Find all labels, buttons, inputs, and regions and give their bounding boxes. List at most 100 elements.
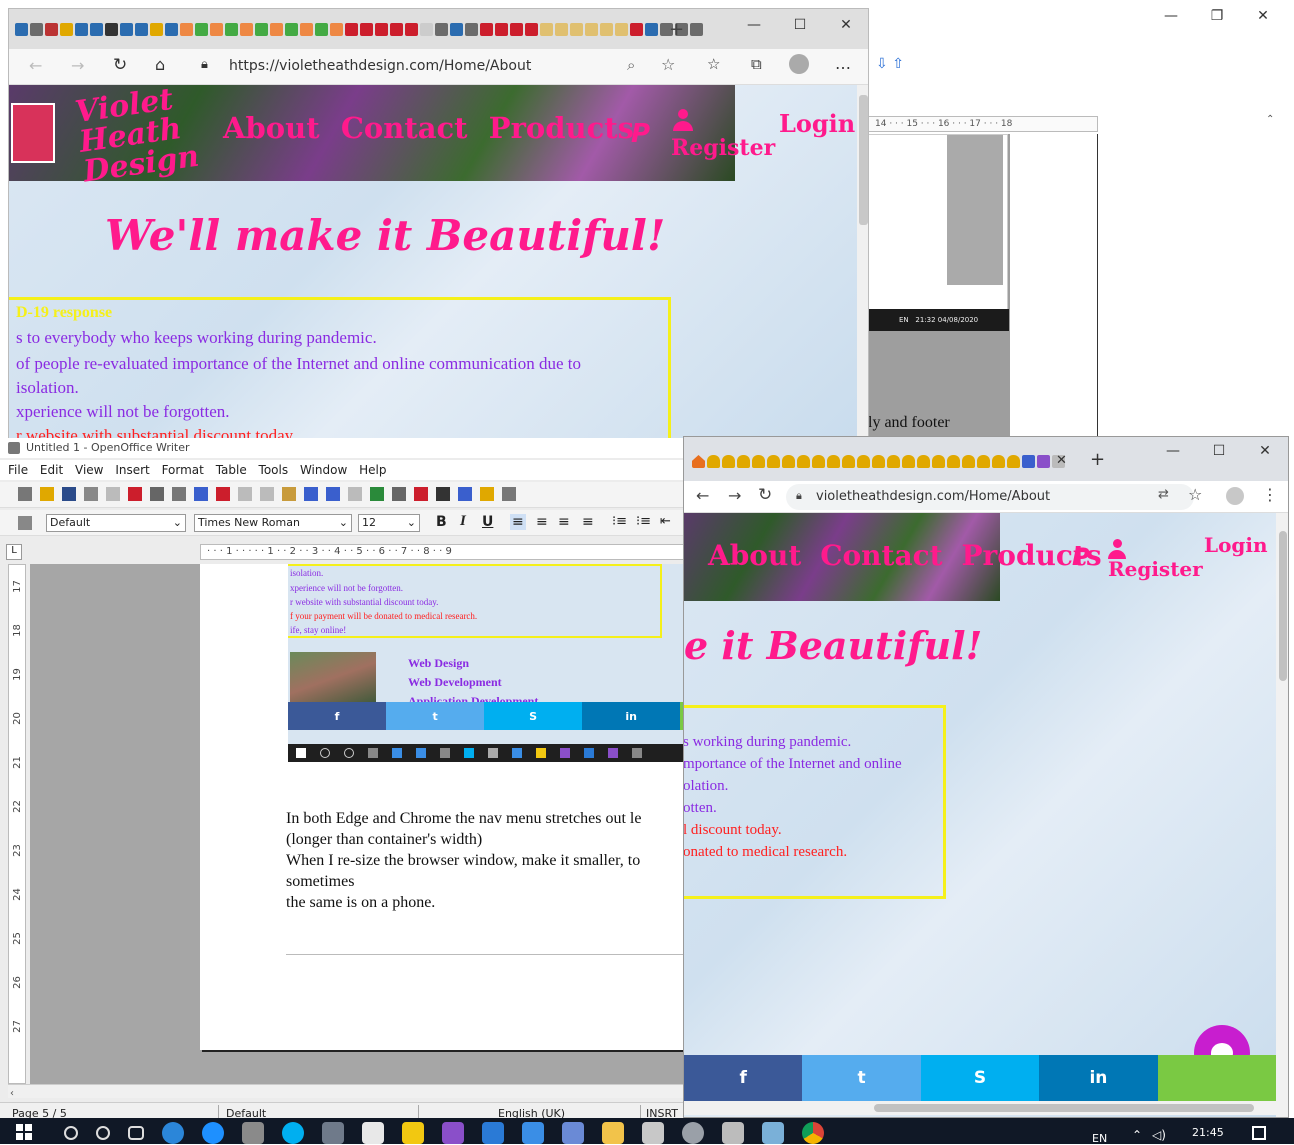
profile-icon[interactable] xyxy=(1226,487,1244,505)
nav-contact[interactable]: Contact xyxy=(341,111,468,145)
tab-close-icon[interactable]: ✕ xyxy=(1056,453,1067,468)
draw-icon[interactable] xyxy=(414,487,428,501)
close-icon[interactable]: ✕ xyxy=(1240,8,1286,24)
task-view-icon[interactable] xyxy=(128,1126,144,1140)
chrome-tabs[interactable] xyxy=(692,455,1065,468)
edge-icon[interactable] xyxy=(162,1122,184,1144)
arrow-down-icon[interactable]: ⇩ xyxy=(876,56,888,72)
back-icon[interactable]: ← xyxy=(696,486,709,505)
gear-icon[interactable] xyxy=(682,1122,704,1144)
tab-stop-selector[interactable]: L xyxy=(6,544,22,560)
edge-window-controls[interactable]: — ☐ ✕ xyxy=(731,17,868,33)
edit-icon[interactable] xyxy=(106,487,120,501)
font-size-select[interactable]: 12 ⌄ xyxy=(358,514,420,532)
user-icon[interactable] xyxy=(673,109,693,133)
chrome-url[interactable]: violetheathdesign.com/Home/About xyxy=(816,489,1050,504)
favorites-list-icon[interactable]: ☆ xyxy=(707,55,720,73)
paypal-icon[interactable]: P xyxy=(1072,543,1090,571)
maximize-icon[interactable]: ☐ xyxy=(1196,443,1242,459)
paypal-icon[interactable]: P xyxy=(631,119,650,149)
site-logo[interactable]: Violet Heath Design xyxy=(73,85,214,190)
back-icon[interactable]: ← xyxy=(29,56,42,75)
edge-address-bar[interactable]: https://violetheathdesign.com/Home/About xyxy=(229,58,531,74)
bookmark-star-icon[interactable]: ☆ xyxy=(1188,485,1202,504)
edge-scrollbar[interactable] xyxy=(857,85,868,439)
minimize-icon[interactable]: — xyxy=(1150,443,1196,459)
linkedin-share-button[interactable]: in xyxy=(1039,1055,1158,1101)
cortana-icon[interactable] xyxy=(96,1126,110,1140)
more-share-button[interactable] xyxy=(1157,1055,1276,1101)
gallery-icon[interactable] xyxy=(480,487,494,501)
refresh-icon[interactable]: ↻ xyxy=(113,55,127,75)
cut-icon[interactable] xyxy=(238,487,252,501)
paint-icon[interactable] xyxy=(762,1122,784,1144)
menu-insert[interactable]: Insert xyxy=(115,463,149,477)
chrome-icon[interactable] xyxy=(802,1122,824,1144)
document-page[interactable]: isolation. xperience will not be forgott… xyxy=(200,564,690,1050)
nav-contact[interactable]: Contact xyxy=(820,539,942,572)
home-icon[interactable]: ⌂ xyxy=(155,55,165,74)
sticky-notes-icon[interactable] xyxy=(402,1122,424,1144)
menu-format[interactable]: Format xyxy=(162,463,204,477)
align-center-icon[interactable]: ≡ xyxy=(536,514,548,530)
chrome-window-controls[interactable]: — ☐ ✕ xyxy=(1150,443,1288,459)
forward-icon[interactable]: → xyxy=(71,56,84,75)
paste-icon[interactable] xyxy=(282,487,296,501)
redo-icon[interactable] xyxy=(348,487,362,501)
open-icon[interactable] xyxy=(40,487,54,501)
chrome-omnibox[interactable]: 🔒︎ violetheathdesign.com/Home/About xyxy=(786,484,1194,510)
bold-button[interactable]: B xyxy=(436,514,447,530)
horizontal-scrollbar[interactable]: ‹ xyxy=(8,1084,690,1099)
new-icon[interactable] xyxy=(18,487,32,501)
copy-icon[interactable] xyxy=(260,487,274,501)
menu-icon[interactable]: ⋮ xyxy=(1262,485,1278,504)
minimize-icon[interactable]: — xyxy=(1148,8,1194,24)
menu-table[interactable]: Table xyxy=(216,463,247,477)
start-icon[interactable] xyxy=(16,1124,32,1140)
chrome-new-tab-button[interactable]: + xyxy=(1090,449,1105,470)
document-body-text[interactable]: In both Edge and Chrome the nav menu str… xyxy=(286,808,641,913)
file-explorer-icon[interactable] xyxy=(602,1122,624,1144)
menu-tools[interactable]: Tools xyxy=(259,463,289,477)
maximize-icon[interactable]: ☐ xyxy=(777,17,823,33)
refresh-icon[interactable]: ↻ xyxy=(758,485,772,505)
restore-icon[interactable]: ❐ xyxy=(1194,8,1240,24)
autospell-icon[interactable] xyxy=(216,487,230,501)
search-icon[interactable] xyxy=(64,1126,78,1140)
align-right-icon[interactable]: ≡ xyxy=(558,514,570,530)
font-name-select[interactable]: Times New Roman ⌄ xyxy=(194,514,352,532)
arrow-up-icon[interactable]: ⇧ xyxy=(892,56,904,72)
menu-window[interactable]: Window xyxy=(300,463,347,477)
indent-icon[interactable]: ⇤ xyxy=(660,514,671,529)
register-link[interactable]: Register xyxy=(671,135,775,161)
register-link[interactable]: Register xyxy=(1108,557,1203,581)
navigator-icon[interactable] xyxy=(458,487,472,501)
close-icon[interactable]: ✕ xyxy=(823,17,868,33)
taskbar-apps[interactable] xyxy=(64,1122,842,1144)
skype-icon[interactable] xyxy=(282,1122,304,1144)
email-icon[interactable] xyxy=(84,487,98,501)
document-icon[interactable] xyxy=(642,1122,664,1144)
print-icon[interactable] xyxy=(150,487,164,501)
align-left-icon[interactable]: ≡ xyxy=(510,514,526,530)
facebook-share-button[interactable]: f xyxy=(684,1055,803,1101)
edge-tabs[interactable] xyxy=(15,23,703,36)
clock[interactable]: 21:45 xyxy=(1192,1126,1224,1139)
login-link[interactable]: Login xyxy=(1204,533,1268,557)
nav-products[interactable]: Products xyxy=(489,111,634,145)
collections-icon[interactable]: ⧉ xyxy=(751,55,762,73)
close-icon[interactable]: ✕ xyxy=(1242,443,1288,459)
menu-help[interactable]: Help xyxy=(359,463,386,477)
datasource-icon[interactable] xyxy=(502,487,516,501)
menu-view[interactable]: View xyxy=(75,463,103,477)
chrome-vscroll[interactable] xyxy=(1276,513,1288,1117)
find-icon[interactable] xyxy=(436,487,450,501)
skype-share-button[interactable]: S xyxy=(920,1055,1040,1101)
forward-icon[interactable]: → xyxy=(728,486,741,505)
edge-new-tab-button[interactable]: + xyxy=(669,19,684,40)
save-icon[interactable] xyxy=(62,487,76,501)
menu-file[interactable]: File xyxy=(8,463,28,477)
paragraph-style-select[interactable]: Default ⌄ xyxy=(46,514,186,532)
profile-icon[interactable] xyxy=(789,54,809,74)
input-language[interactable]: EN xyxy=(1092,1132,1107,1145)
